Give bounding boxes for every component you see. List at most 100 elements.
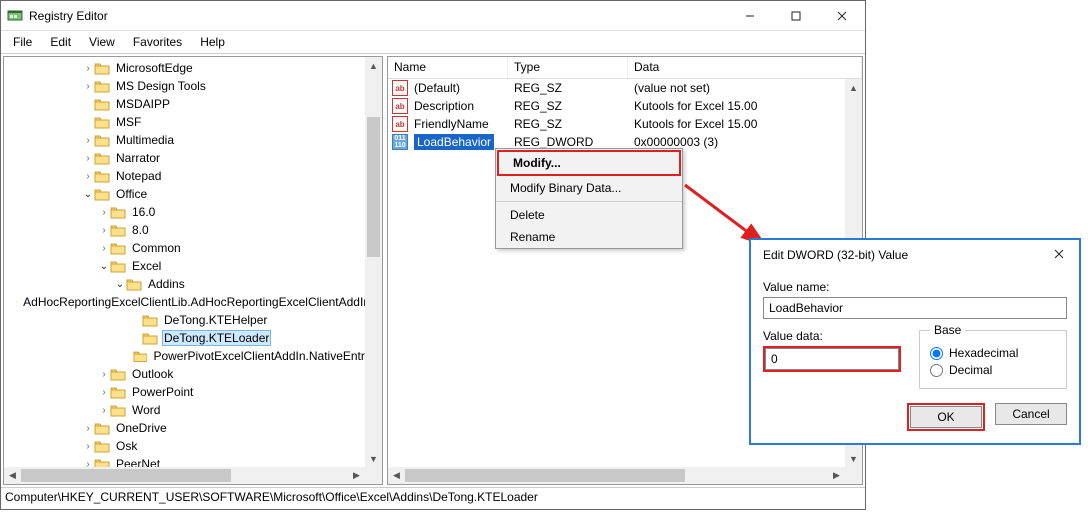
string-value-icon: ab [392,80,408,96]
tree-item-label: Osk [114,439,139,453]
value-row[interactable]: abFriendlyNameREG_SZKutools for Excel 15… [388,115,862,133]
menu-view[interactable]: View [81,33,123,51]
header-name[interactable]: Name [388,57,508,78]
chevron-down-icon[interactable]: ⌄ [114,279,126,290]
tree-item-label: DeTong.KTEHelper [162,313,269,327]
tree-item-label: MSF [114,115,143,129]
tree-item-label: Outlook [130,367,175,381]
tree-item[interactable]: ⌄ Office [4,185,382,203]
value-data-field[interactable] [765,348,899,370]
maximize-button[interactable] [773,1,819,30]
registry-editor-window: Registry Editor File Edit View Favorites… [0,0,866,510]
tree-item[interactable]: › Common [4,239,382,257]
tree-item-label: Addins [146,277,187,291]
chevron-right-icon[interactable]: › [82,63,94,74]
tree-item[interactable]: › MicrosoftEdge [4,59,382,77]
tree-item-label: PowerPivotExcelClientAddIn.NativeEntry.1 [151,349,382,363]
value-name-field[interactable] [763,297,1067,319]
menu-edit[interactable]: Edit [42,33,79,51]
menu-help[interactable]: Help [192,33,233,51]
tree-item-label: Multimedia [114,133,176,147]
minimize-button[interactable] [727,1,773,30]
tree-item[interactable]: PowerPivotExcelClientAddIn.NativeEntry.1 [4,347,382,365]
chevron-right-icon[interactable]: › [98,369,110,380]
cancel-button[interactable]: Cancel [995,403,1067,425]
value-name: (Default) [408,80,508,96]
chevron-right-icon[interactable]: › [82,81,94,92]
list-scrollbar-horizontal[interactable]: ◀ ▶ [388,467,845,484]
context-modify-binary[interactable]: Modify Binary Data... [496,177,682,199]
chevron-down-icon[interactable]: ⌄ [98,261,110,272]
tree-item-label: MicrosoftEdge [114,61,195,75]
header-data[interactable]: Data [628,57,862,78]
tree-item[interactable]: ›PowerPoint [4,383,382,401]
tree-item[interactable]: DeTong.KTEHelper [4,311,382,329]
radio-hexadecimal[interactable]: Hexadecimal [930,346,1056,360]
tree-item-label: OneDrive [114,421,169,435]
tree-item-label: 8.0 [130,223,151,237]
tree-item[interactable]: › Notepad [4,167,382,185]
tree-item[interactable]: › MS Design Tools [4,77,382,95]
tree-item[interactable]: DeTong.KTELoader [4,329,382,347]
tree-item[interactable]: › OneDrive [4,419,382,437]
tree-item-label: MS Design Tools [114,79,208,93]
chevron-right-icon[interactable]: › [98,243,110,254]
string-value-icon: ab [392,98,408,114]
tree-item[interactable]: › Multimedia [4,131,382,149]
tree-item-label: AdHocReportingExcelClientLib.AdHocReport… [21,295,382,309]
value-data: Kutools for Excel 15.00 [628,116,862,132]
statusbar-path: Computer\HKEY_CURRENT_USER\SOFTWARE\Micr… [1,487,865,507]
chevron-right-icon[interactable]: › [98,405,110,416]
registry-tree-pane: › MicrosoftEdge › MS Design Tools MSDAIPP MSF… [3,56,383,485]
tree-scrollbar-vertical[interactable]: ▲ ▼ [365,57,382,467]
tree-item-label: Common [130,241,183,255]
tree-item[interactable]: › 16.0 [4,203,382,221]
dialog-close-button[interactable] [1039,248,1079,262]
tree-item[interactable]: ⌄ Addins [4,275,382,293]
tree-item[interactable]: ›Word [4,401,382,419]
value-data: Kutools for Excel 15.00 [628,98,862,114]
dialog-title: Edit DWORD (32-bit) Value [757,248,1039,262]
ok-button[interactable]: OK [910,406,982,428]
list-header: Name Type Data [388,57,862,79]
chevron-right-icon[interactable]: › [82,153,94,164]
value-name: LoadBehavior [408,134,508,150]
chevron-right-icon[interactable]: › [82,423,94,434]
context-rename[interactable]: Rename [496,226,682,248]
menu-favorites[interactable]: Favorites [125,33,190,51]
tree-item[interactable]: MSF [4,113,382,131]
binary-value-icon: 011110 [392,134,408,150]
tree-item[interactable]: ⌄Excel [4,257,382,275]
chevron-right-icon[interactable]: › [82,135,94,146]
chevron-right-icon[interactable]: › [98,225,110,236]
header-type[interactable]: Type [508,57,628,78]
tree-item-label: 16.0 [130,205,157,219]
close-button[interactable] [819,1,865,30]
value-name-label: Value name: [763,280,1067,294]
tree-item[interactable]: MSDAIPP [4,95,382,113]
context-modify[interactable]: Modify... [497,150,681,176]
chevron-right-icon[interactable]: › [82,441,94,452]
menu-file[interactable]: File [5,33,40,51]
tree-item-label: Office [114,187,149,201]
value-row[interactable]: abDescriptionREG_SZKutools for Excel 15.… [388,97,862,115]
chevron-right-icon[interactable]: › [98,207,110,218]
base-fieldset: Base Hexadecimal Decimal [919,323,1067,389]
tree-item[interactable]: › Osk [4,437,382,455]
value-row[interactable]: ab(Default)REG_SZ(value not set) [388,79,862,97]
tree-item-label: DeTong.KTELoader [162,330,271,346]
tree-item[interactable]: › Narrator [4,149,382,167]
tree-item[interactable]: › Outlook [4,365,382,383]
chevron-right-icon[interactable]: › [98,387,110,398]
tree-item[interactable]: AdHocReportingExcelClientLib.AdHocReport… [4,293,382,311]
tree-item-label: Narrator [114,151,162,165]
context-delete[interactable]: Delete [496,204,682,226]
value-name: Description [408,98,508,114]
tree-item-label: Notepad [114,169,163,183]
tree-scrollbar-horizontal[interactable]: ◀ ▶ [4,467,365,484]
chevron-down-icon[interactable]: ⌄ [82,189,94,200]
value-name: FriendlyName [408,116,508,132]
chevron-right-icon[interactable]: › [82,171,94,182]
tree-item[interactable]: › 8.0 [4,221,382,239]
radio-decimal[interactable]: Decimal [930,363,1056,377]
